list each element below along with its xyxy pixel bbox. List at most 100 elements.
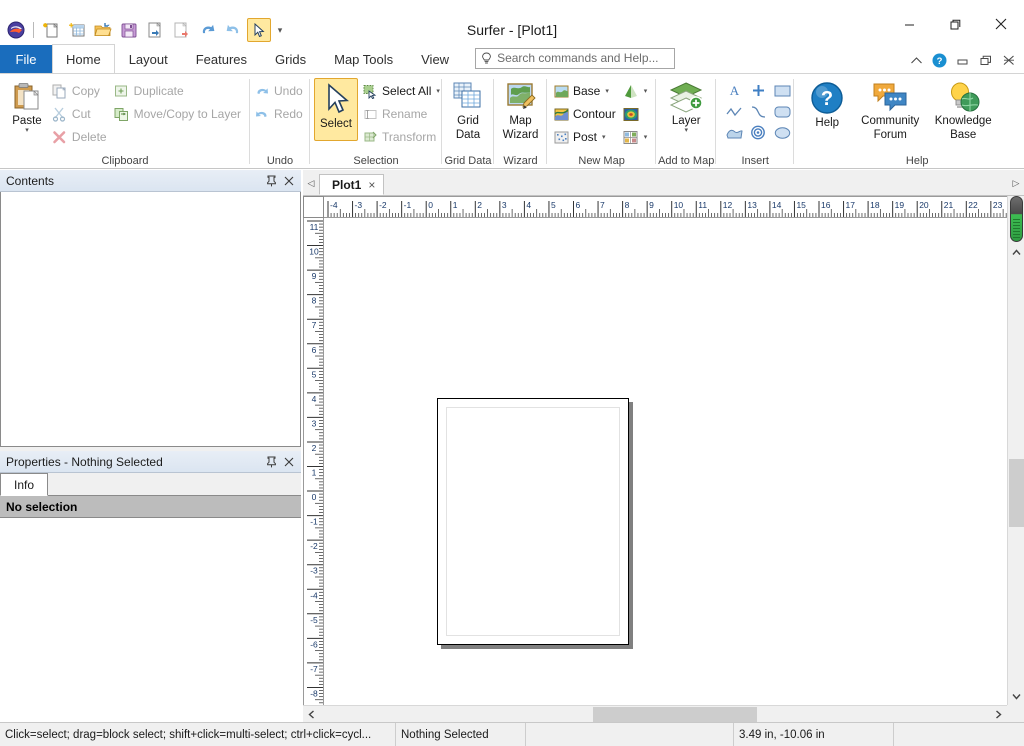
help-button[interactable]: ? Help — [802, 78, 852, 129]
base-map-caret-icon[interactable]: ▾ — [605, 87, 609, 95]
grid-values-caret-icon[interactable]: ▾ — [644, 133, 648, 141]
tab-features[interactable]: Features — [182, 45, 261, 73]
properties-pin-icon[interactable] — [263, 453, 280, 470]
scroll-left-icon[interactable] — [303, 706, 320, 723]
horizontal-ruler[interactable]: -4-3-2-101234567891011121314151617181920… — [324, 196, 1007, 218]
plot-page[interactable] — [437, 398, 629, 645]
scroll-right-icon[interactable] — [990, 706, 1007, 723]
new-plot-icon[interactable] — [39, 18, 63, 42]
svg-text:-6: -6 — [310, 639, 318, 649]
contents-close-icon[interactable] — [280, 172, 297, 189]
rename-button[interactable]: Rename — [360, 103, 445, 125]
delete-button[interactable]: Delete — [50, 126, 112, 148]
copy-button[interactable]: Copy — [50, 80, 112, 102]
tab-map-tools[interactable]: Map Tools — [320, 45, 407, 73]
move-copy-layer-icon — [114, 106, 130, 122]
post-map-caret-icon[interactable]: ▾ — [602, 133, 606, 141]
insert-point-icon[interactable] — [751, 83, 766, 98]
horizontal-scroll-thumb[interactable] — [593, 707, 757, 722]
grid-data-icon — [451, 81, 485, 113]
surface-map-button[interactable]: ▾ — [621, 80, 653, 102]
ribbon-collapse-icon[interactable] — [909, 53, 924, 68]
tab-grids[interactable]: Grids — [261, 45, 320, 73]
surfer-logo-icon[interactable] — [4, 18, 28, 42]
insert-polyline-icon[interactable] — [726, 105, 743, 119]
tab-file[interactable]: File — [0, 45, 52, 73]
document-tab-plot1[interactable]: Plot1 × — [319, 174, 384, 195]
select-all-caret-icon[interactable]: ▾ — [436, 87, 440, 95]
ruler-corner[interactable] — [303, 196, 324, 218]
select-button[interactable]: Select — [314, 78, 358, 141]
duplicate-button[interactable]: Duplicate — [112, 80, 246, 102]
move-copy-to-layer-button[interactable]: Move/Copy to Layer — [112, 103, 246, 125]
knowledge-base-button[interactable]: Knowledge Base — [928, 78, 998, 141]
grid-data-button[interactable]: Grid Data — [446, 78, 490, 141]
tab-view[interactable]: View — [407, 45, 463, 73]
search-input[interactable]: Search commands and Help... — [475, 48, 675, 69]
export-icon[interactable] — [169, 18, 193, 42]
tab-layout[interactable]: Layout — [115, 45, 182, 73]
undo-icon[interactable] — [195, 18, 219, 42]
add-layer-button[interactable]: Layer ▾ — [660, 78, 712, 134]
contents-tree[interactable] — [0, 192, 301, 447]
minimize-button[interactable] — [886, 8, 932, 40]
map-wizard-button[interactable]: Map Wizard — [498, 78, 543, 141]
grid-values-button[interactable]: ▾ — [621, 126, 653, 148]
select-tool-icon[interactable] — [247, 18, 271, 42]
tab-info[interactable]: Info — [0, 473, 48, 496]
redo-icon[interactable] — [221, 18, 245, 42]
contour-map-icon — [553, 106, 569, 122]
open-icon[interactable] — [91, 18, 115, 42]
paste-caret-icon[interactable]: ▾ — [25, 128, 29, 134]
doc-minimize-icon[interactable] — [955, 53, 970, 68]
close-button[interactable] — [978, 8, 1024, 40]
doc-close-icon[interactable] — [1001, 53, 1016, 68]
color-relief-button[interactable] — [621, 103, 653, 125]
zoom-slider[interactable] — [1010, 196, 1023, 242]
cut-button[interactable]: Cut — [50, 103, 112, 125]
insert-ellipse-ring-icon[interactable] — [750, 125, 766, 140]
paste-button[interactable]: Paste ▾ — [4, 78, 50, 134]
insert-ellipse-icon[interactable] — [774, 126, 791, 140]
doc-tab-scroll-left-icon[interactable]: ◁ — [303, 171, 319, 195]
doc-restore-icon[interactable] — [978, 53, 993, 68]
insert-rounded-rect-icon[interactable] — [774, 105, 791, 119]
insert-text-icon[interactable]: A — [727, 83, 742, 98]
transform-button[interactable]: Transform — [360, 126, 445, 148]
ribbon-group-help: ? Help Community Fo — [794, 74, 1024, 169]
title-bar: ▾ Surfer - [Plot1] — [0, 0, 1024, 46]
select-all-button[interactable]: Select All ▾ — [360, 80, 445, 102]
surface-map-caret-icon[interactable]: ▾ — [644, 87, 648, 95]
save-icon[interactable] — [117, 18, 141, 42]
properties-close-icon[interactable] — [280, 453, 297, 470]
undo-label: Undo — [274, 84, 303, 98]
contour-map-button[interactable]: Contour — [551, 103, 621, 125]
maximize-restore-button[interactable] — [932, 8, 978, 40]
svg-text:-5: -5 — [310, 615, 318, 625]
vertical-scrollbar[interactable] — [1007, 196, 1024, 705]
document-tab-close-icon[interactable]: × — [368, 178, 375, 192]
vertical-scroll-thumb[interactable] — [1009, 459, 1024, 527]
qat-overflow-icon[interactable]: ▾ — [273, 25, 287, 36]
insert-polygon-icon[interactable] — [726, 126, 743, 140]
community-forum-button[interactable]: Community Forum — [852, 78, 928, 141]
add-layer-caret-icon[interactable]: ▾ — [684, 128, 688, 134]
undo-button[interactable]: Undo — [252, 80, 308, 102]
contents-panel-title: Contents — [6, 174, 54, 188]
new-worksheet-icon[interactable] — [65, 18, 89, 42]
post-map-button[interactable]: Post ▾ — [551, 126, 621, 148]
help-circle-icon[interactable]: ? — [932, 53, 947, 68]
plot-canvas[interactable] — [324, 218, 1007, 705]
insert-spline-icon[interactable] — [750, 105, 767, 119]
scroll-up-icon[interactable] — [1008, 244, 1024, 261]
redo-button[interactable]: Redo — [252, 103, 308, 125]
import-icon[interactable] — [143, 18, 167, 42]
insert-rectangle-icon[interactable] — [774, 84, 791, 98]
scroll-down-icon[interactable] — [1008, 688, 1024, 705]
horizontal-scrollbar[interactable] — [303, 705, 1007, 722]
doc-tab-scroll-right-icon[interactable]: ▷ — [1008, 171, 1024, 195]
contents-pin-icon[interactable] — [263, 172, 280, 189]
base-map-button[interactable]: Base ▾ — [551, 80, 621, 102]
tab-home[interactable]: Home — [52, 44, 115, 73]
vertical-ruler[interactable]: 11109876543210-1-2-3-4-5-6-7-8-9-10-11 — [303, 218, 324, 705]
